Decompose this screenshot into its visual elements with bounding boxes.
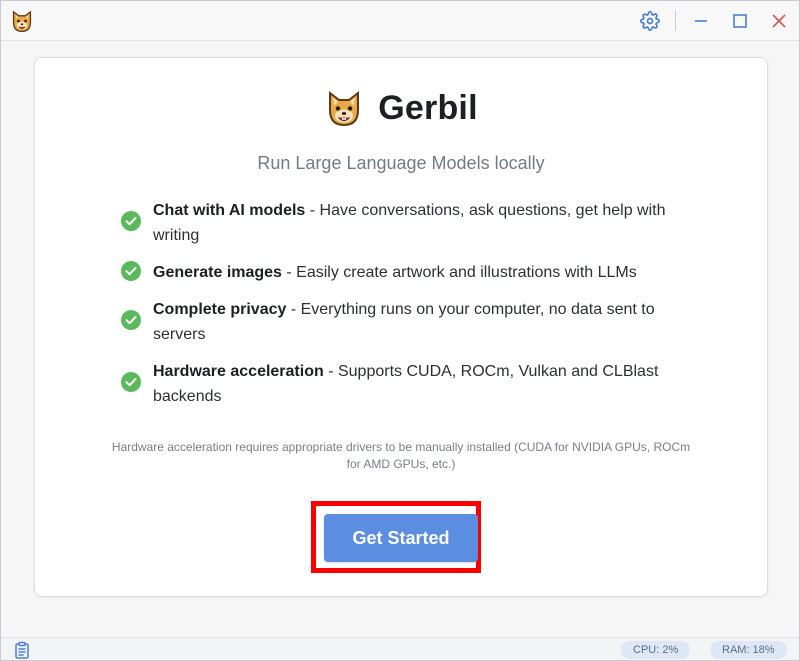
check-circle-icon: [121, 310, 141, 330]
settings-button[interactable]: [636, 7, 664, 35]
feature-item: Hardware acceleration - Supports CUDA, R…: [121, 359, 701, 409]
feature-item: Complete privacy - Everything runs on yo…: [121, 297, 701, 347]
welcome-card: Gerbil Run Large Language Models locally…: [34, 57, 768, 597]
check-circle-icon: [121, 211, 141, 231]
app-logo-icon: [12, 10, 32, 33]
subtitle: Run Large Language Models locally: [257, 153, 545, 173]
close-button[interactable]: [765, 7, 793, 35]
titlebar-separator: [675, 10, 676, 31]
cpu-usage-badge: CPU: 2%: [621, 641, 691, 659]
minimize-icon: [695, 20, 707, 22]
feature-name: Hardware acceleration: [153, 363, 324, 380]
check-circle-icon: [121, 261, 141, 281]
clipboard-log-icon[interactable]: [13, 641, 31, 659]
feature-desc: - Easily create artwork and illustration…: [281, 264, 637, 281]
feature-item: Generate images - Easily create artwork …: [121, 260, 701, 285]
app-logo-icon: [329, 90, 360, 127]
app-window: Gerbil Run Large Language Models locally…: [0, 0, 800, 661]
maximize-icon: [733, 14, 747, 28]
driver-note: Hardware acceleration requires appropria…: [111, 440, 691, 471]
check-circle-icon: [121, 372, 141, 392]
app-title: Gerbil: [378, 88, 478, 127]
title-bar: [1, 1, 799, 41]
get-started-button[interactable]: Get Started: [324, 514, 478, 562]
feature-list: Chat with AI models - Have conversations…: [121, 198, 701, 421]
brand-header: Gerbil: [35, 88, 767, 128]
gear-icon: [640, 11, 660, 31]
feature-name: Generate images: [153, 264, 282, 281]
close-icon: [772, 14, 786, 28]
feature-name: Chat with AI models: [153, 202, 306, 219]
maximize-button[interactable]: [726, 7, 754, 35]
feature-item: Chat with AI models - Have conversations…: [121, 198, 701, 248]
ram-usage-badge: RAM: 18%: [710, 641, 787, 659]
status-bar: CPU: 2% RAM: 18%: [1, 637, 799, 660]
feature-name: Complete privacy: [153, 301, 287, 318]
minimize-button[interactable]: [687, 7, 715, 35]
